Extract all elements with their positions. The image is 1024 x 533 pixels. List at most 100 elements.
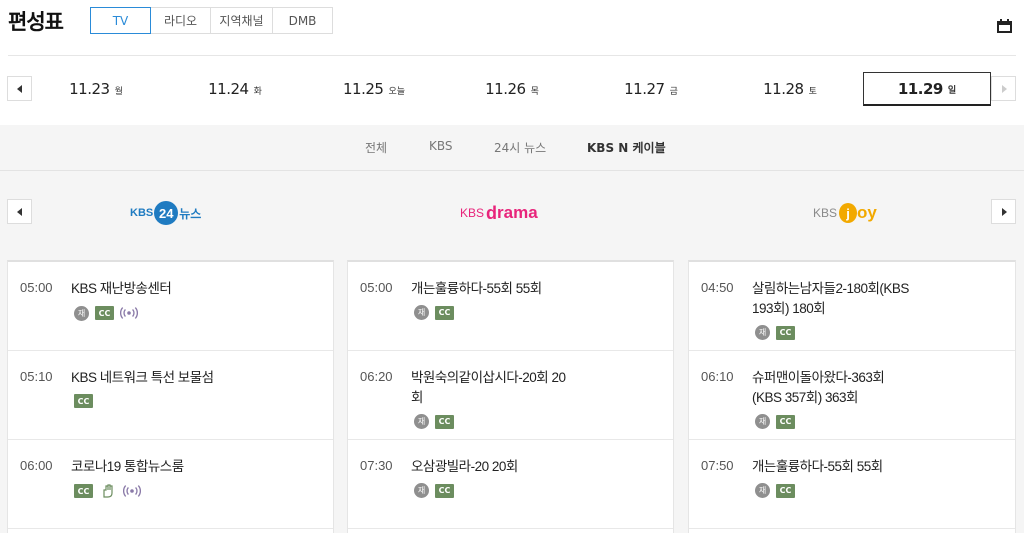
date-item-1123[interactable]: 11.23 월 bbox=[33, 72, 159, 106]
program-item[interactable]: 05:00 KBS 재난방송센터 재 CC bbox=[8, 262, 333, 351]
program-badges: 재 CC bbox=[755, 483, 801, 498]
cc-badge: CC bbox=[74, 394, 93, 408]
program-title: 슈퍼맨이돌아왔다-363회(KBS 357회) 363회 bbox=[752, 370, 885, 405]
prev-channel-button[interactable] bbox=[7, 199, 32, 224]
logo-mark: j bbox=[839, 203, 858, 223]
date-label: 11.29 bbox=[897, 79, 943, 98]
logo-mark: 24 bbox=[154, 201, 179, 225]
weekday-label: 일 bbox=[947, 86, 957, 96]
page-title: 편성표 bbox=[8, 10, 64, 34]
date-item-1129[interactable]: 11.29 일 bbox=[863, 72, 991, 106]
program-time: 07:30 bbox=[360, 458, 393, 473]
date-label: 11.28 bbox=[763, 80, 804, 98]
program-badges: CC bbox=[74, 483, 147, 499]
rerun-badge: 재 bbox=[755, 414, 770, 429]
date-item-1124[interactable]: 11.24 화 bbox=[172, 72, 298, 106]
program-badges: 재 CC bbox=[414, 305, 460, 320]
date-label: 11.23 bbox=[69, 80, 110, 98]
chevron-left-icon bbox=[16, 84, 22, 93]
filter-all[interactable]: 전체 bbox=[365, 139, 387, 156]
filter-24h-news[interactable]: 24시 뉴스 bbox=[494, 139, 546, 156]
weekday-label: 토 bbox=[808, 86, 817, 97]
program-item[interactable]: 07:50 개는훌륭하다-55회 55회 재 CC bbox=[689, 440, 1015, 529]
rerun-badge: 재 bbox=[414, 414, 429, 429]
date-label: 11.27 bbox=[624, 80, 665, 98]
broadcast-icon bbox=[123, 483, 141, 499]
rerun-badge: 재 bbox=[74, 305, 89, 321]
cc-badge: CC bbox=[435, 414, 454, 429]
program-badges: 재 CC bbox=[755, 414, 801, 429]
program-title: KBS 재난방송센터 bbox=[71, 281, 172, 296]
next-date-button[interactable] bbox=[991, 76, 1016, 101]
program-time: 05:10 bbox=[20, 369, 53, 384]
program-time: 07:50 bbox=[701, 458, 734, 473]
filter-kbsn-cable[interactable]: KBS N 케이블 bbox=[587, 139, 666, 156]
cc-badge: CC bbox=[435, 305, 454, 320]
filter-kbs[interactable]: KBS bbox=[429, 139, 453, 153]
weekday-label: 화 bbox=[253, 86, 262, 97]
program-badges: 재 CC bbox=[755, 325, 801, 340]
program-badges: 재 CC bbox=[414, 414, 460, 429]
program-badges: 재 CC bbox=[414, 483, 460, 498]
media-tabs: TV 라디오 지역채널 DMB bbox=[90, 7, 333, 34]
tab-tv[interactable]: TV bbox=[90, 7, 151, 34]
logo-mark: d bbox=[486, 202, 498, 223]
logo-suffix: oy bbox=[857, 203, 877, 222]
cc-badge: CC bbox=[74, 484, 93, 498]
cc-badge: CC bbox=[95, 306, 114, 320]
program-title: 살림하는남자들2-180회(KBS 193회) 180회 bbox=[752, 281, 909, 316]
rerun-badge: 재 bbox=[755, 483, 770, 498]
program-title: 개는훌륭하다-55회 55회 bbox=[752, 459, 883, 474]
tab-dmb[interactable]: DMB bbox=[272, 7, 333, 34]
program-column-kbsdrama: 05:00 개는훌륭하다-55회 55회 재 CC 06:20 박원숙의같이삽시… bbox=[347, 260, 674, 533]
program-item[interactable]: 06:20 박원숙의같이삽시다-20회 20회 재 CC bbox=[348, 351, 673, 440]
program-title: 박원숙의같이삽시다-20회 20회 bbox=[411, 370, 566, 405]
logo-suffix: 뉴스 bbox=[179, 206, 202, 221]
program-badges: 재 CC bbox=[74, 305, 144, 321]
prev-date-button[interactable] bbox=[7, 76, 32, 101]
program-title: 개는훌륭하다-55회 55회 bbox=[411, 281, 542, 296]
weekday-label: 오늘 bbox=[388, 86, 405, 97]
date-label: 11.24 bbox=[208, 80, 249, 98]
logo-prefix: KBS bbox=[130, 207, 154, 219]
rerun-badge: 재 bbox=[414, 483, 429, 498]
date-item-1127[interactable]: 11.27 금 bbox=[588, 72, 714, 106]
date-navigation: 11.23 월 11.24 화 11.25 오늘 11.26 목 11.27 금… bbox=[0, 72, 1024, 106]
program-item[interactable]: 05:10 KBS 네트워크 특선 보물섬 CC bbox=[8, 351, 333, 440]
program-time: 04:50 bbox=[701, 280, 734, 295]
program-badges: CC bbox=[74, 394, 99, 408]
cc-badge: CC bbox=[435, 483, 454, 498]
logo-suffix: rama bbox=[497, 203, 538, 222]
program-item[interactable]: 05:00 개는훌륭하다-55회 55회 재 CC bbox=[348, 262, 673, 351]
weekday-label: 금 bbox=[669, 86, 678, 97]
channel-logo-kbsdrama[interactable]: KBS d rama bbox=[460, 201, 538, 225]
date-item-1128[interactable]: 11.28 토 bbox=[727, 72, 853, 106]
chevron-right-icon bbox=[1001, 207, 1007, 216]
program-time: 05:00 bbox=[360, 280, 393, 295]
date-item-1126[interactable]: 11.26 목 bbox=[449, 72, 575, 106]
chevron-right-icon bbox=[1001, 84, 1007, 93]
program-column-kbs24news: 05:00 KBS 재난방송센터 재 CC 05:10 KBS 네트워크 특선 … bbox=[7, 260, 334, 533]
program-item[interactable]: 07:30 오삼광빌라-20 20회 재 CC bbox=[348, 440, 673, 529]
date-item-1125[interactable]: 11.25 오늘 bbox=[311, 72, 437, 106]
program-time: 06:00 bbox=[20, 458, 53, 473]
program-column-kbsjoy: 04:50 살림하는남자들2-180회(KBS 193회) 180회 재 CC … bbox=[688, 260, 1016, 533]
program-title: 오삼광빌라-20 20회 bbox=[411, 459, 518, 474]
date-label: 11.25 bbox=[342, 80, 384, 98]
channel-filter-tabs: 전체 KBS 24시 뉴스 KBS N 케이블 bbox=[0, 125, 1024, 171]
logo-prefix: KBS bbox=[813, 206, 838, 220]
cc-badge: CC bbox=[776, 483, 795, 498]
channel-logo-kbs24news[interactable]: KBS 24 뉴스 bbox=[130, 201, 201, 225]
program-title: 코로나19 통합뉴스룸 bbox=[71, 459, 184, 474]
program-time: 06:20 bbox=[360, 369, 393, 384]
program-item[interactable]: 06:00 코로나19 통합뉴스룸 CC bbox=[8, 440, 333, 529]
next-channel-button[interactable] bbox=[991, 199, 1016, 224]
program-item[interactable]: 06:10 슈퍼맨이돌아왔다-363회(KBS 357회) 363회 재 CC bbox=[689, 351, 1015, 440]
program-item[interactable]: 04:50 살림하는남자들2-180회(KBS 193회) 180회 재 CC bbox=[689, 262, 1015, 351]
weekday-label: 목 bbox=[530, 86, 539, 97]
channel-row: KBS 24 뉴스 KBS d rama KBS j oy bbox=[0, 171, 1024, 261]
tab-local-channel[interactable]: 지역채널 bbox=[210, 7, 273, 34]
channel-logo-kbsjoy[interactable]: KBS j oy bbox=[813, 201, 877, 225]
tab-radio[interactable]: 라디오 bbox=[150, 7, 211, 34]
calendar-icon[interactable] bbox=[997, 18, 1012, 33]
